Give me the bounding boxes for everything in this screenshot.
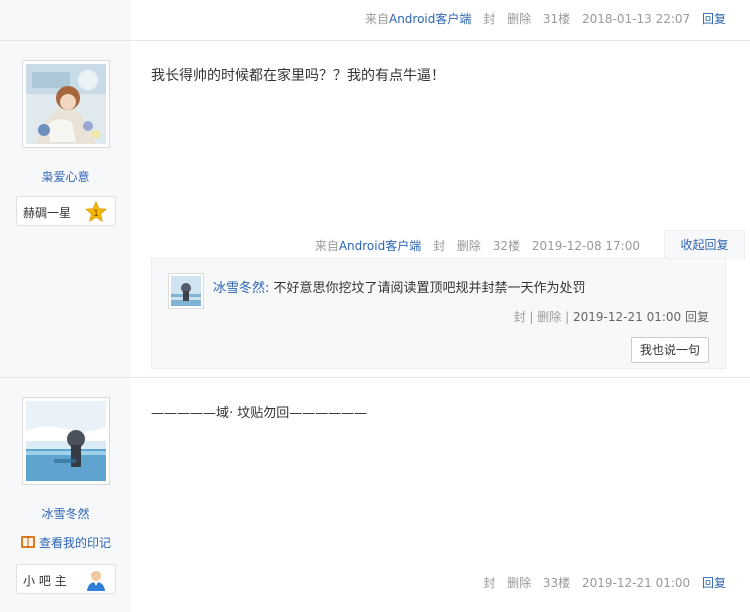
username-link[interactable]: 枭爱心意	[0, 168, 131, 185]
post-text: 我长得帅的时候都在家里吗？？我的有点牛逼！	[151, 68, 445, 84]
post-sidebar	[0, 0, 131, 40]
post-32: 枭爱心意 赫碉一星 1 我长得帅的时候都在家里吗？？我的有点牛逼！ 来自Andr…	[0, 41, 750, 378]
floor-number: 33楼	[542, 576, 571, 590]
source-prefix: 来自	[314, 239, 339, 253]
sub-reply-time: 2019-12-21 01:00	[573, 310, 682, 324]
delete-link[interactable]: 删除	[457, 239, 481, 253]
post-time: 2019-12-08 17:00	[531, 239, 640, 253]
post-time: 2019-12-21 01:00	[582, 576, 691, 590]
ban-link[interactable]: 封	[483, 576, 495, 590]
post-sidebar: 冰雪冬然 查看我的印记 小 吧 主	[0, 378, 131, 612]
delete-link[interactable]: 删除	[537, 310, 561, 324]
post-content: 来自Android客户端 封 删除 31楼 2018-01-13 22:07 回…	[131, 0, 750, 40]
source-prefix: 来自	[364, 12, 389, 26]
sub-reply-content: 冰雪冬然: 不好意思你挖坟了请阅读置顶吧规并封禁一天作为处罚	[213, 277, 586, 296]
level-badge-text: 赫碉一星	[23, 206, 72, 220]
username-link[interactable]: 冰雪冬然	[0, 505, 131, 522]
post-text: —————域· 坟贴勿回——————	[151, 406, 368, 421]
avatar-image	[26, 401, 106, 481]
ban-link[interactable]: 封	[433, 239, 445, 253]
say-something-button[interactable]: 我也说一句	[631, 337, 709, 363]
moderator-badge-text: 小 吧 主	[23, 574, 67, 588]
post-meta: 封 删除 33楼 2019-12-21 01:00 回复	[483, 574, 726, 591]
post-content: —————域· 坟贴勿回—————— 封 删除 33楼 2019-12-21 0…	[131, 378, 750, 612]
sub-reply-text: 不好意思你挖坟了请阅读置顶吧规并封禁一天作为处罚	[273, 281, 586, 296]
post-sidebar: 枭爱心意 赫碉一星 1	[0, 41, 131, 377]
avatar[interactable]	[22, 397, 110, 485]
reply-link[interactable]: 回复	[702, 12, 726, 26]
source-client-link[interactable]: Android客户端	[389, 12, 471, 26]
sub-reply-avatar[interactable]	[168, 273, 204, 309]
delete-link[interactable]: 删除	[507, 12, 531, 26]
view-marks-link[interactable]: 查看我的印记	[20, 534, 111, 551]
ban-link[interactable]: 封	[514, 310, 526, 324]
star-level-icon: 1	[85, 201, 107, 222]
post-meta: 来自Android客户端 封 删除 31楼 2018-01-13 22:07 回…	[357, 10, 726, 27]
level-number: 1	[93, 209, 99, 219]
separator: |	[565, 310, 570, 324]
reply-link[interactable]: 回复	[702, 576, 726, 590]
moderator-person-icon	[87, 571, 105, 591]
book-mark-icon	[21, 536, 35, 548]
avatar-image	[26, 64, 106, 144]
sub-reply-panel: 冰雪冬然: 不好意思你挖坟了请阅读置顶吧规并封禁一天作为处罚 封 | 删除 | …	[151, 258, 726, 369]
post-content: 我长得帅的时候都在家里吗？？我的有点牛逼！ 来自Android客户端 封 删除 …	[131, 41, 750, 377]
delete-link[interactable]: 删除	[507, 576, 531, 590]
level-badge[interactable]: 赫碉一星 1	[16, 196, 116, 226]
moderator-badge[interactable]: 小 吧 主	[16, 564, 116, 594]
view-marks-text: 查看我的印记	[39, 536, 112, 550]
avatar[interactable]	[22, 60, 110, 148]
ban-link[interactable]: 封	[483, 12, 495, 26]
separator: |	[529, 310, 534, 324]
source-client-link[interactable]: Android客户端	[339, 239, 421, 253]
post-33: 冰雪冬然 查看我的印记 小 吧 主 —————域· 坟贴勿回—————— 封 删…	[0, 378, 750, 612]
floor-number: 31楼	[542, 12, 571, 26]
sub-reply-meta: 封 | 删除 | 2019-12-21 01:00 回复	[514, 308, 709, 325]
avatar-image	[171, 276, 201, 306]
floor-number: 32楼	[492, 239, 521, 253]
sub-reply-reply-link[interactable]: 回复	[685, 310, 709, 324]
post-time: 2018-01-13 22:07	[582, 12, 691, 26]
post-31: 来自Android客户端 封 删除 31楼 2018-01-13 22:07 回…	[0, 0, 750, 41]
post-meta: 来自Android客户端 封 删除 32楼 2019-12-08 17:00	[315, 237, 640, 254]
sub-reply-username[interactable]: 冰雪冬然:	[213, 281, 269, 296]
collapse-reply-tab[interactable]: 收起回复	[664, 230, 745, 260]
